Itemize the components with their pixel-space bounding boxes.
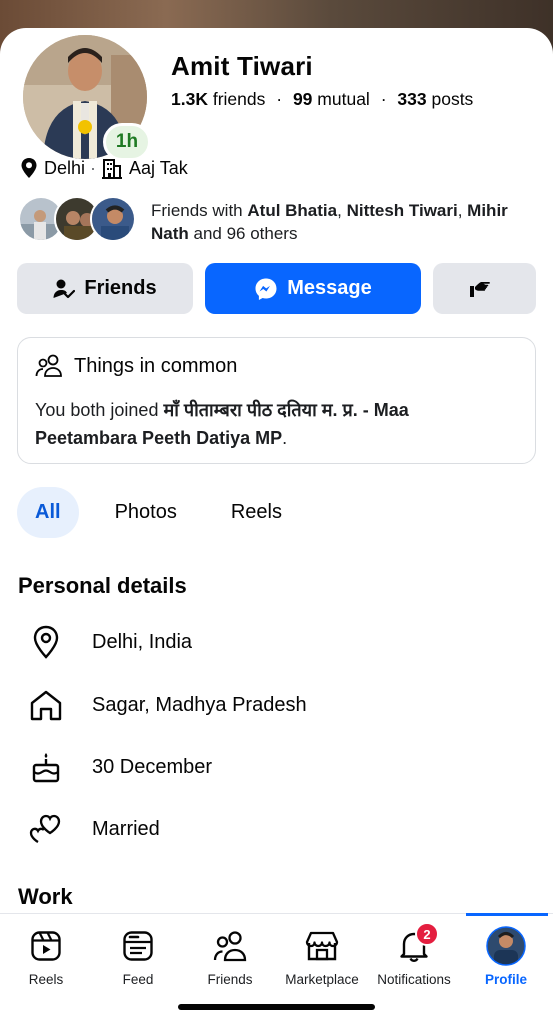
profile-stats[interactable]: 1.3K friends · 99 mutual · 333 posts: [171, 89, 473, 110]
location-separator: ·: [90, 157, 97, 178]
message-button[interactable]: Message: [205, 263, 421, 314]
tab-photos[interactable]: Photos: [97, 487, 195, 538]
nav-label: Profile: [484, 972, 527, 987]
nav-label: Notifications: [377, 972, 451, 987]
mutual-friend-avatars[interactable]: [18, 196, 136, 242]
home-indicator[interactable]: [178, 1004, 375, 1010]
detail-birthday[interactable]: 30 December: [26, 747, 212, 787]
friends-button[interactable]: Friends: [17, 263, 193, 314]
location-city: Delhi: [44, 157, 86, 178]
profile-tabs: All Photos Reels: [17, 487, 318, 538]
posts-count: 333: [397, 89, 427, 109]
mutual-friends-text[interactable]: Friends with Atul Bhatia, Nittesh Tiwari…: [151, 199, 541, 245]
name-separator: ,: [457, 201, 468, 220]
personal-details-heading: Personal details: [18, 573, 187, 598]
nav-item-friends[interactable]: Friends: [184, 914, 276, 994]
mutual-label: mutual: [317, 89, 370, 109]
detail-current-city[interactable]: Delhi, India: [26, 622, 192, 662]
friend-check-icon: [53, 279, 76, 298]
location-pin-icon: [33, 625, 59, 659]
notification-count-badge: 2: [415, 922, 439, 946]
nav-label: Friends: [207, 972, 253, 987]
nav-item-profile[interactable]: Profile: [460, 914, 552, 994]
birthday-cake-icon: [32, 753, 60, 783]
tab-reels[interactable]: Reels: [213, 487, 300, 538]
feed-icon: [123, 931, 153, 961]
name-separator: ,: [337, 201, 347, 220]
friends-with-suffix: and 96 others: [188, 224, 298, 243]
detail-hometown[interactable]: Sagar, Madhya Pradesh: [26, 685, 307, 725]
profile-location-row: Delhi · Aaj Tak: [20, 157, 188, 179]
people-icon: [35, 354, 62, 377]
detail-text: Sagar, Madhya Pradesh: [92, 693, 307, 716]
friends-label: friends: [212, 89, 266, 109]
mutual-count: 99: [292, 89, 313, 109]
friends-count: 1.3K: [171, 89, 208, 109]
nav-label: Marketplace: [285, 972, 359, 987]
hearts-icon: [29, 814, 61, 843]
friends-icon: [213, 931, 247, 962]
nav-item-marketplace[interactable]: Marketplace: [276, 914, 368, 994]
pointing-hand-icon: [470, 281, 490, 297]
nav-item-feed[interactable]: Feed: [92, 914, 184, 994]
work-heading: Work: [18, 884, 73, 909]
work-place: Aaj Tak: [129, 157, 188, 178]
detail-text: 30 December: [92, 755, 213, 778]
tab-all[interactable]: All: [17, 487, 79, 538]
marketplace-icon: [305, 931, 339, 961]
stats-separator: ·: [276, 89, 283, 109]
common-text-prefix: You both joined: [35, 400, 164, 420]
profile-sheet: 1h Amit Tiwari 1.3K friends · 99 mutual …: [0, 28, 553, 1024]
nav-label: Feed: [122, 972, 154, 987]
posts-label: posts: [431, 89, 474, 109]
home-icon: [30, 690, 62, 721]
mutual-friend-name[interactable]: Atul Bhatia: [247, 201, 337, 220]
messenger-icon: [255, 278, 277, 300]
location-pin-icon: [21, 158, 37, 178]
detail-text: Married: [92, 817, 160, 840]
things-in-common-card[interactable]: Things in common You both joined माँ पीत…: [17, 337, 536, 464]
profile-avatar: [486, 926, 526, 966]
stats-separator: ·: [380, 89, 387, 109]
nav-item-reels[interactable]: Reels: [0, 914, 92, 994]
reels-icon: [31, 931, 61, 961]
friends-button-label: Friends: [84, 277, 157, 299]
detail-relationship[interactable]: Married: [26, 809, 160, 849]
things-in-common-title: Things in common: [74, 354, 238, 377]
more-actions-button[interactable]: [433, 263, 536, 314]
friends-with-prefix: Friends with: [151, 201, 248, 220]
nav-label: Reels: [28, 972, 64, 987]
building-icon: [102, 159, 123, 179]
message-button-label: Message: [287, 277, 372, 299]
common-text-suffix: .: [282, 428, 288, 448]
mutual-friend-name[interactable]: Nittesh Tiwari: [347, 201, 458, 220]
nav-item-notifications[interactable]: 2 Notifications: [368, 914, 460, 994]
profile-name: Amit Tiwari: [171, 51, 313, 81]
things-in-common-text: You both joined माँ पीताम्बरा पीठ दतिया …: [35, 396, 515, 452]
detail-text: Delhi, India: [92, 630, 193, 653]
mutual-friend-avatar: [90, 196, 136, 242]
things-in-common-heading: Things in common: [35, 354, 237, 378]
active-time-badge: 1h: [103, 123, 151, 161]
